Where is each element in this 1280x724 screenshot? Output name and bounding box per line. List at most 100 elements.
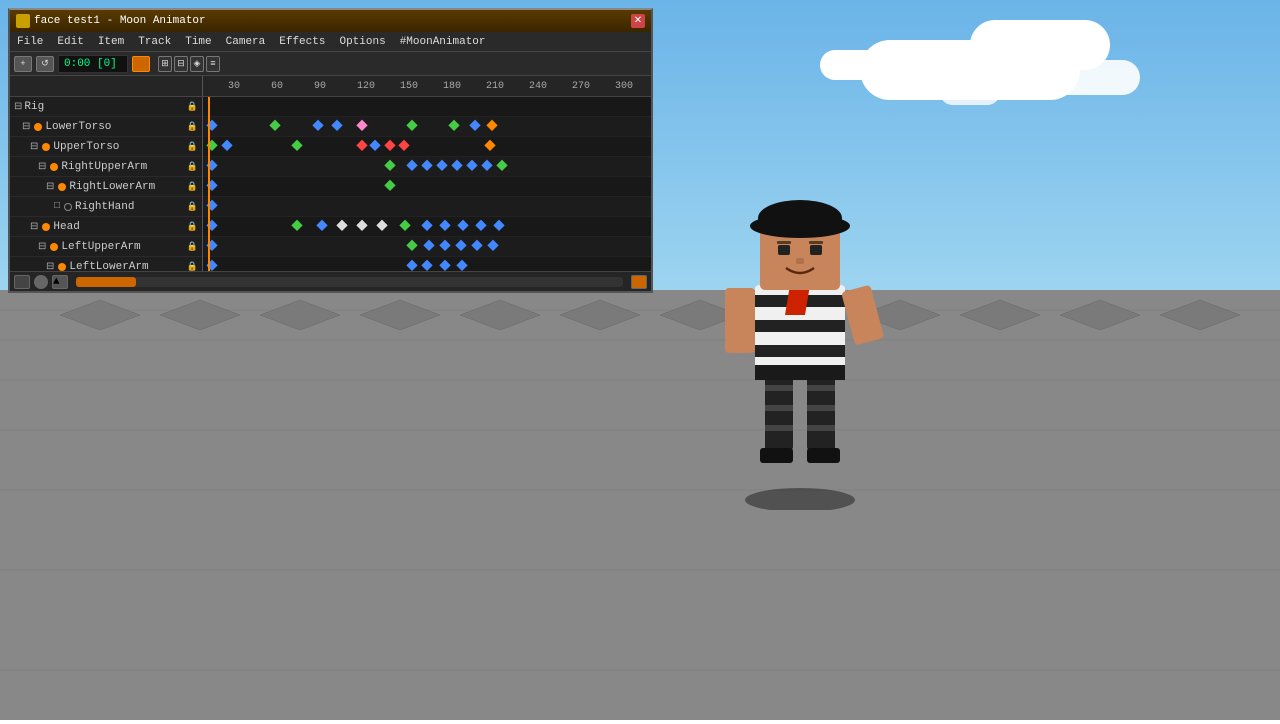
nav-button[interactable] <box>34 275 48 289</box>
ruler-300: 300 <box>615 81 633 92</box>
kf-h-2[interactable] <box>291 219 302 230</box>
loop-button[interactable]: ↺ <box>36 56 54 72</box>
kf-rua-9[interactable] <box>496 159 507 170</box>
kf-h-10[interactable] <box>457 219 468 230</box>
uppertorso-expand[interactable]: ⊟ <box>30 141 38 153</box>
menu-effects[interactable]: Effects <box>276 36 328 48</box>
kf-ut-2[interactable] <box>291 139 302 150</box>
kf-lt-3[interactable] <box>312 119 323 130</box>
add-button[interactable]: + <box>14 56 32 72</box>
leftupperarm-expand[interactable]: ⊟ <box>38 241 46 253</box>
kf-rua-4[interactable] <box>421 159 432 170</box>
kf-ut-4[interactable] <box>369 139 380 150</box>
scroll-right-btn[interactable] <box>631 275 647 289</box>
track-lowertorso[interactable]: ⊟ LowerTorso 🔒 <box>10 117 202 137</box>
rightlowerarm-lock[interactable]: 🔒 <box>187 182 198 192</box>
kf-lla-3[interactable] <box>421 259 432 270</box>
uppertorso-lock[interactable]: 🔒 <box>187 142 198 152</box>
track-head[interactable]: ⊟ Head 🔒 <box>10 217 202 237</box>
playhead[interactable] <box>208 97 210 271</box>
menu-edit[interactable]: Edit <box>54 36 86 48</box>
leftlowerarm-lock[interactable]: 🔒 <box>187 262 198 272</box>
menu-options[interactable]: Options <box>336 36 388 48</box>
track-leftlowerarm[interactable]: ⊟ LeftLowerArm 🔒 <box>10 257 202 271</box>
rightupperarm-expand[interactable]: ⊟ <box>38 161 46 173</box>
kf-lla-4[interactable] <box>439 259 450 270</box>
kf-lt-6[interactable] <box>406 119 417 130</box>
kf-rua-6[interactable] <box>451 159 462 170</box>
kf-rla-2[interactable] <box>384 179 395 190</box>
kf-ut-3[interactable] <box>356 139 367 150</box>
scroll-left-btn[interactable]: ▲ <box>52 275 68 289</box>
scroll-track[interactable] <box>76 277 623 287</box>
lowertorso-lock[interactable]: 🔒 <box>187 122 198 132</box>
head-expand[interactable]: ⊟ <box>30 221 38 233</box>
menu-track[interactable]: Track <box>135 36 174 48</box>
kf-rua-8[interactable] <box>481 159 492 170</box>
leftlowerarm-expand[interactable]: ⊟ <box>46 261 54 272</box>
right-eye <box>810 245 822 255</box>
kf-rua-5[interactable] <box>436 159 447 170</box>
kf-lua-2[interactable] <box>406 239 417 250</box>
lowertorso-expand[interactable]: ⊟ <box>22 121 30 133</box>
righthand-lock[interactable]: 🔒 <box>187 202 198 212</box>
kf-lt-8[interactable] <box>469 119 480 130</box>
kf-lla-5[interactable] <box>456 259 467 270</box>
kf-lt-7[interactable] <box>448 119 459 130</box>
close-button[interactable]: ✕ <box>631 14 645 28</box>
kf-lua-7[interactable] <box>487 239 498 250</box>
track-righthand[interactable]: □ RightHand 🔒 <box>10 197 202 217</box>
kf-lla-2[interactable] <box>406 259 417 270</box>
kf-lua-6[interactable] <box>471 239 482 250</box>
rig-expand[interactable]: ⊟ <box>14 101 22 113</box>
kf-h-12[interactable] <box>493 219 504 230</box>
kf-rua-3[interactable] <box>406 159 417 170</box>
kf-ut-7[interactable] <box>484 139 495 150</box>
kf-h-7[interactable] <box>399 219 410 230</box>
scroll-thumb[interactable] <box>76 277 136 287</box>
toolbar-btn-3[interactable]: ◈ <box>190 56 204 72</box>
kf-lt-5[interactable] <box>356 119 367 130</box>
track-leftupperarm[interactable]: ⊟ LeftUpperArm 🔒 <box>10 237 202 257</box>
rig-lock[interactable]: 🔒 <box>187 102 198 112</box>
kf-lt-2[interactable] <box>269 119 280 130</box>
kf-ut-1b[interactable] <box>221 139 232 150</box>
kf-lt-4[interactable] <box>331 119 342 130</box>
track-rightupperarm[interactable]: ⊟ RightUpperArm 🔒 <box>10 157 202 177</box>
kf-h-5[interactable] <box>356 219 367 230</box>
kf-h-9[interactable] <box>439 219 450 230</box>
track-uppertorso[interactable]: ⊟ UpperTorso 🔒 <box>10 137 202 157</box>
leftupperarm-lock[interactable]: 🔒 <box>187 242 198 252</box>
belt <box>755 365 845 380</box>
rightupperarm-lock[interactable]: 🔒 <box>187 162 198 172</box>
ruler-30: 30 <box>228 81 240 92</box>
kf-h-3[interactable] <box>316 219 327 230</box>
kf-lua-3[interactable] <box>423 239 434 250</box>
kf-h-6[interactable] <box>376 219 387 230</box>
toolbar-btn-4[interactable]: ≡ <box>206 56 220 72</box>
zoom-out-btn[interactable] <box>14 275 30 289</box>
kf-h-11[interactable] <box>475 219 486 230</box>
play-button[interactable] <box>132 56 150 72</box>
menu-item[interactable]: Item <box>95 36 127 48</box>
menu-moonanimator[interactable]: #MoonAnimator <box>397 36 489 48</box>
kf-ut-6[interactable] <box>398 139 409 150</box>
righthand-expand[interactable]: □ <box>54 201 60 212</box>
menu-file[interactable]: File <box>14 36 46 48</box>
rightlowerarm-expand[interactable]: ⊟ <box>46 181 54 193</box>
kf-ut-5[interactable] <box>384 139 395 150</box>
toolbar-btn-2[interactable]: ⊟ <box>174 56 188 72</box>
kf-lua-4[interactable] <box>439 239 450 250</box>
kf-rua-2[interactable] <box>384 159 395 170</box>
head-lock[interactable]: 🔒 <box>187 222 198 232</box>
track-rightlowerarm[interactable]: ⊟ RightLowerArm 🔒 <box>10 177 202 197</box>
kf-h-8[interactable] <box>421 219 432 230</box>
kf-h-4[interactable] <box>336 219 347 230</box>
toolbar-btn-1[interactable]: ⊞ <box>158 56 172 72</box>
menu-time[interactable]: Time <box>182 36 214 48</box>
kf-lt-9[interactable] <box>486 119 497 130</box>
kf-rua-7[interactable] <box>466 159 477 170</box>
kf-lua-5[interactable] <box>455 239 466 250</box>
menu-camera[interactable]: Camera <box>223 36 269 48</box>
track-rig[interactable]: ⊟ Rig 🔒 <box>10 97 202 117</box>
